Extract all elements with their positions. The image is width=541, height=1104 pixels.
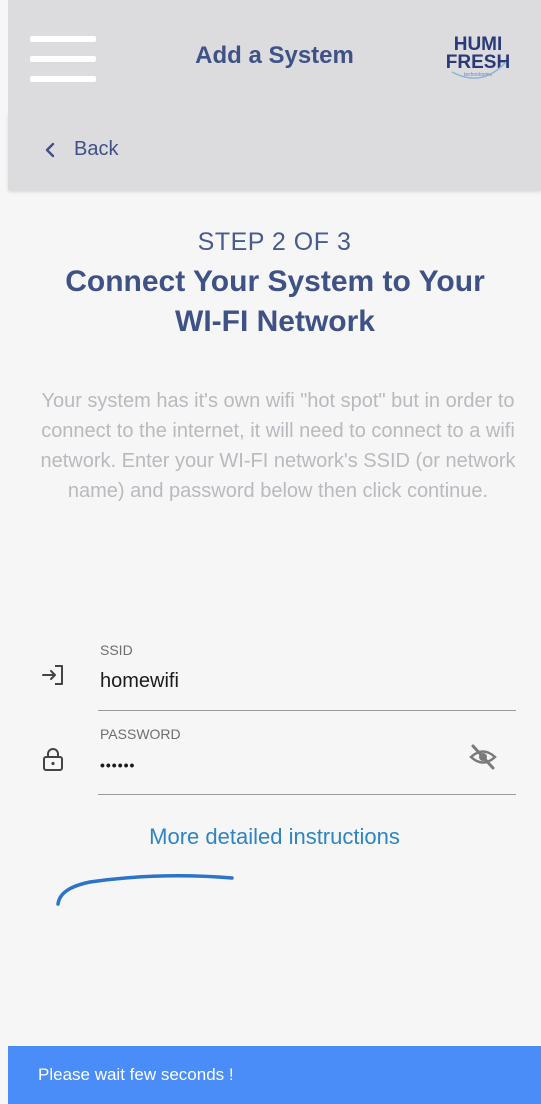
step-heading: Connect Your System to Your WI-FI Networ…: [65, 265, 485, 338]
back-button[interactable]: Back: [42, 138, 118, 161]
password-label: PASSWORD: [100, 726, 181, 742]
svg-text:FRESH: FRESH: [446, 52, 510, 73]
chevron-left-icon: [45, 142, 55, 157]
step-description: Your system has it's own wifi "hot spot"…: [40, 390, 516, 502]
ssid-input[interactable]: [98, 666, 442, 696]
app-header: Add a System HUMI FRESH technologies: [8, 0, 541, 112]
password-field: PASSWORD: [36, 718, 516, 795]
toast-message: Please wait few seconds !: [38, 1065, 234, 1084]
more-instructions-link[interactable]: More detailed instructions: [8, 824, 541, 850]
humi-fresh-logo: HUMI FRESH technologies: [446, 34, 510, 79]
ssid-field: SSID: [36, 634, 516, 711]
step-indicator: STEP 2 OF 3: [197, 228, 352, 256]
ssid-label: SSID: [100, 642, 133, 658]
password-field-body: PASSWORD: [98, 718, 516, 795]
lock-icon: [43, 748, 63, 771]
back-label: Back: [74, 138, 119, 160]
password-input[interactable]: [98, 750, 442, 780]
pen-scribble-mark: [56, 874, 234, 906]
eye-off-icon[interactable]: [468, 742, 498, 772]
login-arrow-icon: [42, 665, 63, 685]
ssid-field-body: SSID: [98, 634, 516, 711]
navigation-bar: Back: [8, 112, 541, 190]
status-toast: Please wait few seconds !: [8, 1046, 541, 1104]
